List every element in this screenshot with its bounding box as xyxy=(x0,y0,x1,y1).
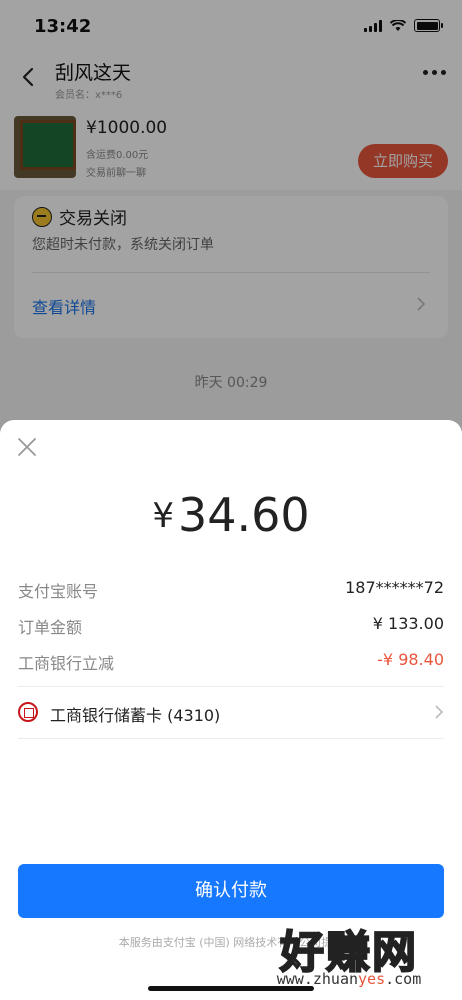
row-value: -¥ 98.40 xyxy=(377,650,444,669)
amount-value: 34.60 xyxy=(177,488,310,542)
row-value: 187******72 xyxy=(345,578,444,597)
discount-row: 工商银行立减 -¥ 98.40 xyxy=(18,650,444,674)
account-row: 支付宝账号 187******72 xyxy=(18,578,444,602)
payment-amount: ¥34.60 xyxy=(0,488,462,542)
icbc-icon xyxy=(18,702,38,722)
row-label: 工商银行立减 xyxy=(18,654,115,673)
watermark-url: www.zhuanyes.com xyxy=(276,970,422,988)
confirm-payment-button[interactable]: 确认付款 xyxy=(18,864,444,918)
currency-symbol: ¥ xyxy=(152,496,174,536)
divider xyxy=(18,738,444,739)
payment-sheet: ¥34.60 支付宝账号 187******72 订单金额 ¥ 133.00 工… xyxy=(0,420,462,1000)
payment-method-label: 工商银行储蓄卡 (4310) xyxy=(50,706,221,725)
divider xyxy=(18,686,444,687)
close-icon[interactable] xyxy=(16,436,38,458)
row-label: 支付宝账号 xyxy=(18,582,99,601)
chevron-right-icon xyxy=(435,705,444,719)
row-value: ¥ 133.00 xyxy=(372,614,444,633)
watermark: 好赚网 www.zhuanyes.com xyxy=(254,916,444,994)
order-amount-row: 订单金额 ¥ 133.00 xyxy=(18,614,444,638)
payment-method-selector[interactable]: 工商银行储蓄卡 (4310) xyxy=(18,700,444,726)
row-label: 订单金额 xyxy=(18,618,83,637)
